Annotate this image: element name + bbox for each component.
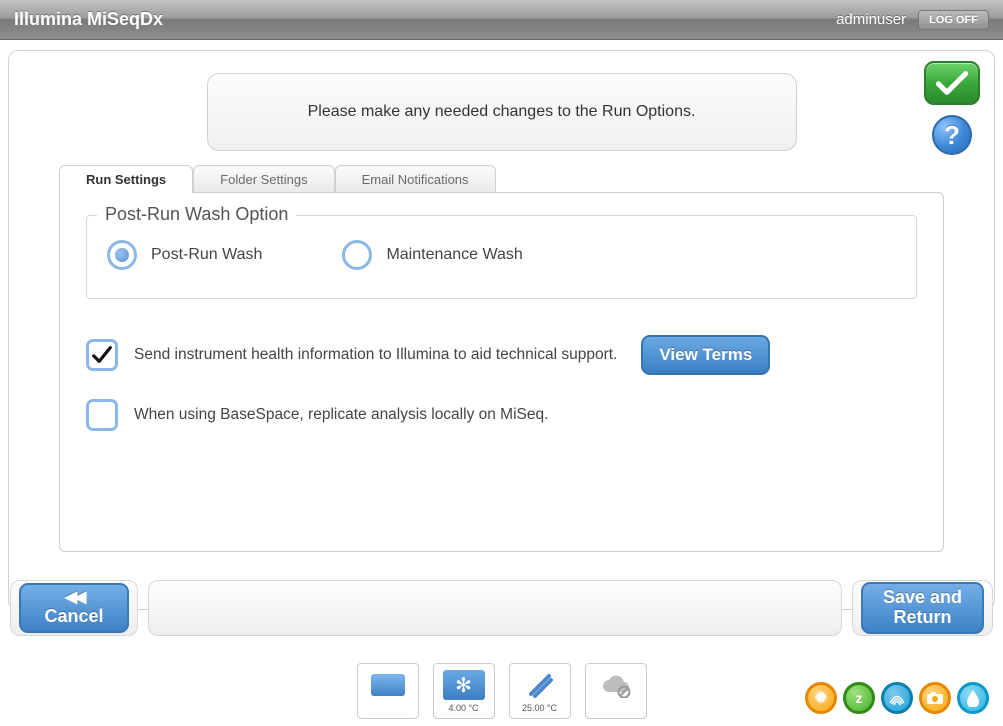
tab-label: Folder Settings [220, 172, 307, 187]
username-label: adminuser [836, 11, 906, 28]
instruction-banner: Please make any needed changes to the Ru… [207, 73, 797, 151]
tab-label: Run Settings [86, 172, 166, 187]
temp-label: 4.00 °C [448, 703, 478, 713]
check-icon [91, 344, 113, 366]
status-flowcell-tile[interactable] [357, 663, 419, 719]
view-terms-button[interactable]: View Terms [641, 335, 770, 375]
temp-label: 25.00 °C [522, 703, 557, 713]
cloud-disabled-icon [595, 669, 637, 701]
rewind-icon: ◀◀ [65, 589, 84, 607]
logoff-button[interactable]: LOG OFF [918, 10, 989, 30]
circle-icon-row: ✹ z [805, 682, 989, 714]
instruction-text: Please make any needed changes to the Ru… [308, 103, 696, 121]
flowcell-icon [367, 669, 409, 701]
cancel-panel: ◀◀ Cancel [10, 580, 138, 636]
button-label: Save and [883, 588, 962, 608]
tab-run-settings[interactable]: Run Settings [59, 165, 193, 193]
basespace-checkbox[interactable] [86, 399, 118, 431]
snowflake-icon: ✻ [443, 669, 485, 701]
post-run-wash-fieldset: Post-Run Wash Option Post-Run Wash Maint… [86, 215, 917, 299]
tab-email-notifications[interactable]: Email Notifications [335, 165, 496, 193]
health-info-row: Send instrument health information to Il… [86, 335, 917, 375]
main-panel: ? Please make any needed changes to the … [8, 50, 995, 610]
status-temp-tile[interactable]: 25.00 °C [509, 663, 571, 719]
save-panel: Save and Return [852, 580, 993, 636]
checkbox-label: When using BaseSpace, replicate analysis… [134, 406, 548, 424]
radio-icon [107, 240, 137, 270]
radio-icon [342, 240, 372, 270]
status-chiller-tile[interactable]: ✻ 4.00 °C [433, 663, 495, 719]
help-button[interactable]: ? [932, 115, 972, 155]
checkbox-label: Send instrument health information to Il… [134, 346, 617, 364]
thermometer-icon [519, 669, 561, 701]
tab-content: Post-Run Wash Option Post-Run Wash Maint… [59, 192, 944, 552]
header-bar: Illumina MiSeqDx adminuser LOG OFF [0, 0, 1003, 40]
droplet-icon[interactable] [957, 682, 989, 714]
sleep-icon[interactable]: z [843, 682, 875, 714]
checkmark-icon [935, 69, 969, 97]
radio-post-run-wash[interactable]: Post-Run Wash [107, 240, 262, 270]
save-and-return-button[interactable]: Save and Return [861, 582, 984, 634]
radio-label: Post-Run Wash [151, 246, 262, 264]
radio-label: Maintenance Wash [386, 246, 522, 264]
tab-folder-settings[interactable]: Folder Settings [193, 165, 334, 193]
tab-label: Email Notifications [362, 172, 469, 187]
cancel-button[interactable]: ◀◀ Cancel [19, 583, 129, 632]
status-cloud-tile[interactable] [585, 663, 647, 719]
confirm-button[interactable] [924, 61, 980, 105]
tab-strip: Run Settings Folder Settings Email Notif… [59, 165, 974, 193]
button-label: Return [893, 608, 951, 628]
gear-icon[interactable]: ✹ [805, 682, 837, 714]
camera-icon[interactable] [919, 682, 951, 714]
button-label: Cancel [44, 607, 103, 627]
health-info-checkbox[interactable] [86, 339, 118, 371]
app-title: Illumina MiSeqDx [14, 9, 836, 30]
bottom-filler [148, 580, 842, 636]
fieldset-legend: Post-Run Wash Option [97, 204, 296, 225]
fingerprint-icon[interactable] [881, 682, 913, 714]
radio-maintenance-wash[interactable]: Maintenance Wash [342, 240, 522, 270]
basespace-row: When using BaseSpace, replicate analysis… [86, 399, 917, 431]
bottom-button-row: ◀◀ Cancel Save and Return [10, 580, 993, 636]
status-strip: ✻ 4.00 °C 25.00 °C ✹ z [0, 656, 1003, 726]
question-icon: ? [944, 120, 960, 151]
